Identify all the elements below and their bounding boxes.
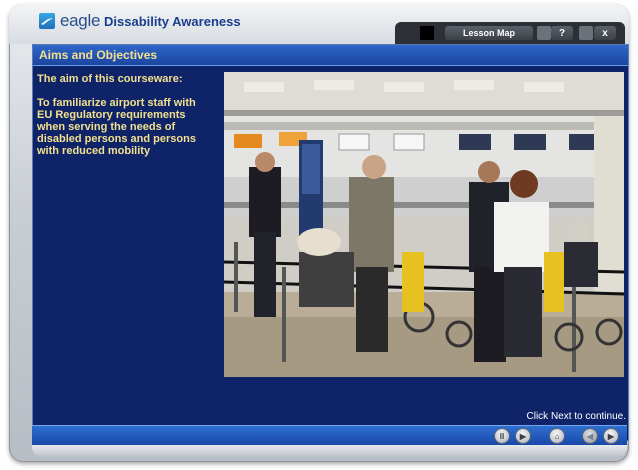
app-window: eagle Dissability Awareness Lesson Map ?… [9, 4, 629, 462]
objectives-intro: The aim of this courseware: [37, 73, 183, 85]
airport-photo [224, 72, 624, 377]
home-button[interactable]: ⌂ [550, 429, 564, 443]
prev-arrow-icon: ◀ [586, 431, 594, 441]
next-button[interactable]: ▶ [604, 429, 618, 443]
nav-bar: II ▶ ⌂ ◀ ▶ [32, 425, 627, 446]
top-toolbar: Lesson Map ? x [395, 22, 625, 44]
pause-icon: II [499, 431, 505, 441]
toolbar-block [420, 26, 434, 40]
objectives-body: To familiarize airport staff with EU Reg… [37, 97, 196, 157]
bottom-frame [32, 445, 627, 457]
close-label: x [602, 27, 608, 39]
title-bar: eagle Dissability Awareness Lesson Map ?… [9, 4, 629, 44]
lesson-map-button[interactable]: Lesson Map [445, 26, 533, 40]
lesson-map-label: Lesson Map [462, 28, 515, 38]
help-button[interactable]: ? [551, 26, 573, 40]
eagle-logo-text: eagle [60, 11, 101, 30]
section-title: Aims and Objectives [39, 48, 158, 62]
content-panel: Aims and Objectives The aim of this cour… [32, 44, 629, 441]
close-button[interactable]: x [594, 26, 616, 40]
home-icon: ⌂ [554, 431, 560, 441]
pause-button[interactable]: II [495, 429, 509, 443]
prev-button[interactable]: ◀ [583, 429, 597, 443]
continue-hint: Click Next to continue. [526, 411, 627, 422]
section-header-bar: Aims and Objectives [33, 45, 628, 66]
help-label: ? [558, 27, 566, 39]
lesson-map-icon [537, 26, 551, 40]
play-button[interactable]: ▶ [516, 429, 530, 443]
help-icon [579, 26, 593, 40]
objectives-text: The aim of this courseware: To familiari… [37, 73, 212, 157]
next-arrow-icon: ▶ [607, 431, 615, 441]
play-icon: ▶ [519, 431, 527, 441]
app-title: Dissability Awareness [104, 14, 241, 29]
eagle-logo-icon [39, 13, 55, 29]
